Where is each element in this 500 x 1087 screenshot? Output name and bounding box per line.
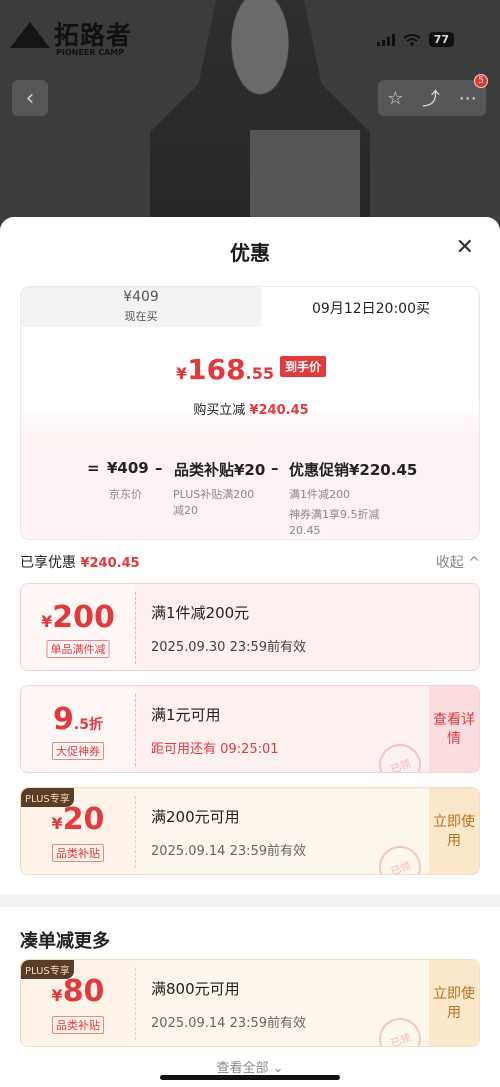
final-price-section: ¥168.55 到手价 购买立减 ¥240.45	[21, 327, 479, 437]
cellular-signal-icon	[376, 33, 395, 46]
coupon-validity: 2025.09.14 23:59前有效	[151, 844, 307, 859]
use-now-button[interactable]: 立即使用	[429, 960, 479, 1046]
chevron-left-icon: ‹	[25, 85, 35, 111]
battery-indicator: 77	[428, 32, 454, 47]
tab-now-price: ¥409	[123, 289, 159, 305]
discount-sheet: 优惠 ✕ ¥409 现在买 09月12日20:00买 ¥168.55 到手价 购买…	[0, 217, 500, 1087]
currency-symbol: ¥	[51, 814, 63, 833]
coupon-card: ¥200 单品满件减 满1件减200元 2025.09.30 23:59前有效	[20, 583, 480, 671]
sheet-header: 优惠 ✕	[0, 217, 500, 281]
coupon-type-tag: 品类补贴	[52, 844, 104, 862]
promo-discount: 优惠促销¥220.45	[289, 461, 418, 479]
coupon-amount: 9.5折	[21, 702, 135, 737]
final-price-tag: 到手价	[279, 356, 326, 377]
received-stamp: 已领	[373, 1012, 427, 1046]
final-price: ¥168.55 到手价	[21, 353, 479, 386]
enjoyed-value: ¥240.45	[80, 556, 140, 571]
divider	[135, 968, 136, 1040]
coupon-card: ¥20 品类补贴 PLUS专享 满200元可用 2025.09.14 23:59…	[20, 787, 480, 875]
brand-subtitle: PIONEER CAMP	[56, 48, 125, 57]
reduction-value: ¥240.45	[249, 403, 309, 418]
mountain-logo-icon	[10, 22, 50, 48]
coupon-amount: ¥80	[21, 974, 135, 1009]
category-subsidy: 品类补贴¥20	[174, 461, 266, 479]
message-badge: 5	[474, 74, 488, 88]
amount-number: 9	[53, 702, 74, 737]
brand-title: 拓路者	[54, 21, 133, 50]
section-title: 凑单减更多	[20, 931, 110, 952]
promo-detail-2: 神券满1享9.5折减20.45	[289, 508, 380, 537]
share-icon[interactable]: ⤴	[422, 85, 440, 111]
equals-sign: =	[87, 459, 100, 477]
price-decimal: .55	[245, 364, 274, 383]
amount-number: 20	[62, 802, 105, 837]
promo-detail-1: 满1件减200	[289, 488, 350, 501]
tab-buy-now[interactable]: ¥409 现在买	[21, 287, 261, 327]
wifi-icon	[403, 33, 421, 46]
category-detail: PLUS补贴满200减20	[173, 488, 255, 517]
back-button[interactable]: ‹	[12, 80, 48, 116]
divider	[135, 592, 136, 664]
status-bar: 77	[376, 32, 454, 47]
home-indicator	[160, 1075, 340, 1080]
plus-exclusive-badge: PLUS专享	[21, 960, 74, 979]
coupon-type-tag: 大促神券	[52, 742, 104, 760]
coupon-title: 满1件减200元	[151, 604, 250, 622]
received-stamp: 已领	[373, 738, 427, 772]
minus-sign: –	[271, 459, 279, 477]
coupon-card: 9.5折 大促神券 满1元可用 距可用还有 09:25:01 已领 查看详情	[20, 685, 480, 773]
coupon-validity: 2025.09.30 23:59前有效	[151, 640, 307, 655]
coupon-title: 满800元可用	[151, 980, 240, 998]
section-gap	[0, 895, 500, 907]
plus-exclusive-badge: PLUS专享	[21, 788, 74, 807]
sheet-title: 优惠	[230, 241, 270, 265]
coupon-title: 满1元可用	[151, 706, 221, 724]
minus-sign: –	[155, 459, 163, 477]
currency-symbol: ¥	[176, 364, 188, 383]
received-stamp: 已领	[373, 840, 427, 874]
more-icon[interactable]: ⋯	[459, 88, 477, 109]
view-all-link[interactable]: 查看全部 ⌄	[0, 1057, 500, 1076]
coupon-title: 满200元可用	[151, 808, 240, 826]
coupon-amount: ¥20	[21, 802, 135, 837]
use-now-button[interactable]: 立即使用	[429, 788, 479, 874]
coupon-validity: 2025.09.14 23:59前有效	[151, 1016, 307, 1031]
reduction-label: 购买立减	[193, 403, 246, 418]
coupon-value: ¥200 单品满件减	[21, 584, 135, 670]
collapse-button[interactable]: 收起 ^	[436, 552, 480, 572]
star-icon[interactable]: ☆	[387, 88, 403, 109]
enjoyed-discount: 已享优惠 ¥240.45	[20, 552, 140, 572]
purchase-reduction: 购买立减 ¥240.45	[21, 399, 479, 418]
discount-suffix: .5折	[73, 717, 103, 733]
coupon-type-tag: 单品满件减	[46, 640, 110, 658]
price-tabs: ¥409 现在买 09月12日20:00买	[21, 287, 479, 327]
view-details-button[interactable]: 查看详情	[429, 686, 479, 772]
enjoyed-label: 已享优惠	[20, 555, 76, 571]
price-card: ¥409 现在买 09月12日20:00买 ¥168.55 到手价 购买立减 ¥2…	[20, 286, 480, 540]
price-breakdown: = ¥409 – 品类补贴¥20 – 优惠促销¥220.45 京东价 PLUS补…	[21, 437, 479, 539]
coupon-amount: ¥200	[21, 600, 135, 635]
currency-symbol: ¥	[51, 986, 63, 1005]
tab-buy-later[interactable]: 09月12日20:00买	[261, 287, 479, 327]
amount-number: 80	[62, 974, 105, 1009]
jd-price-label: 京东价	[109, 488, 142, 501]
coupon-type-tag: 品类补贴	[52, 1016, 104, 1034]
coupon-countdown: 距可用还有 09:25:01	[151, 742, 279, 757]
amount-number: 200	[52, 600, 115, 635]
coupon-value: 9.5折 大促神券	[21, 686, 135, 772]
tab-now-label: 现在买	[124, 310, 158, 323]
divider	[135, 796, 136, 868]
currency-symbol: ¥	[41, 612, 53, 631]
divider	[135, 694, 136, 766]
toolbar-actions: ☆ ⤴ ⋯ 5	[378, 74, 488, 116]
close-icon[interactable]: ✕	[456, 235, 474, 260]
jd-price: ¥409	[107, 459, 149, 477]
price-integer: 168	[187, 353, 246, 386]
coupon-card: ¥80 品类补贴 PLUS专享 满800元可用 2025.09.14 23:59…	[20, 959, 480, 1047]
